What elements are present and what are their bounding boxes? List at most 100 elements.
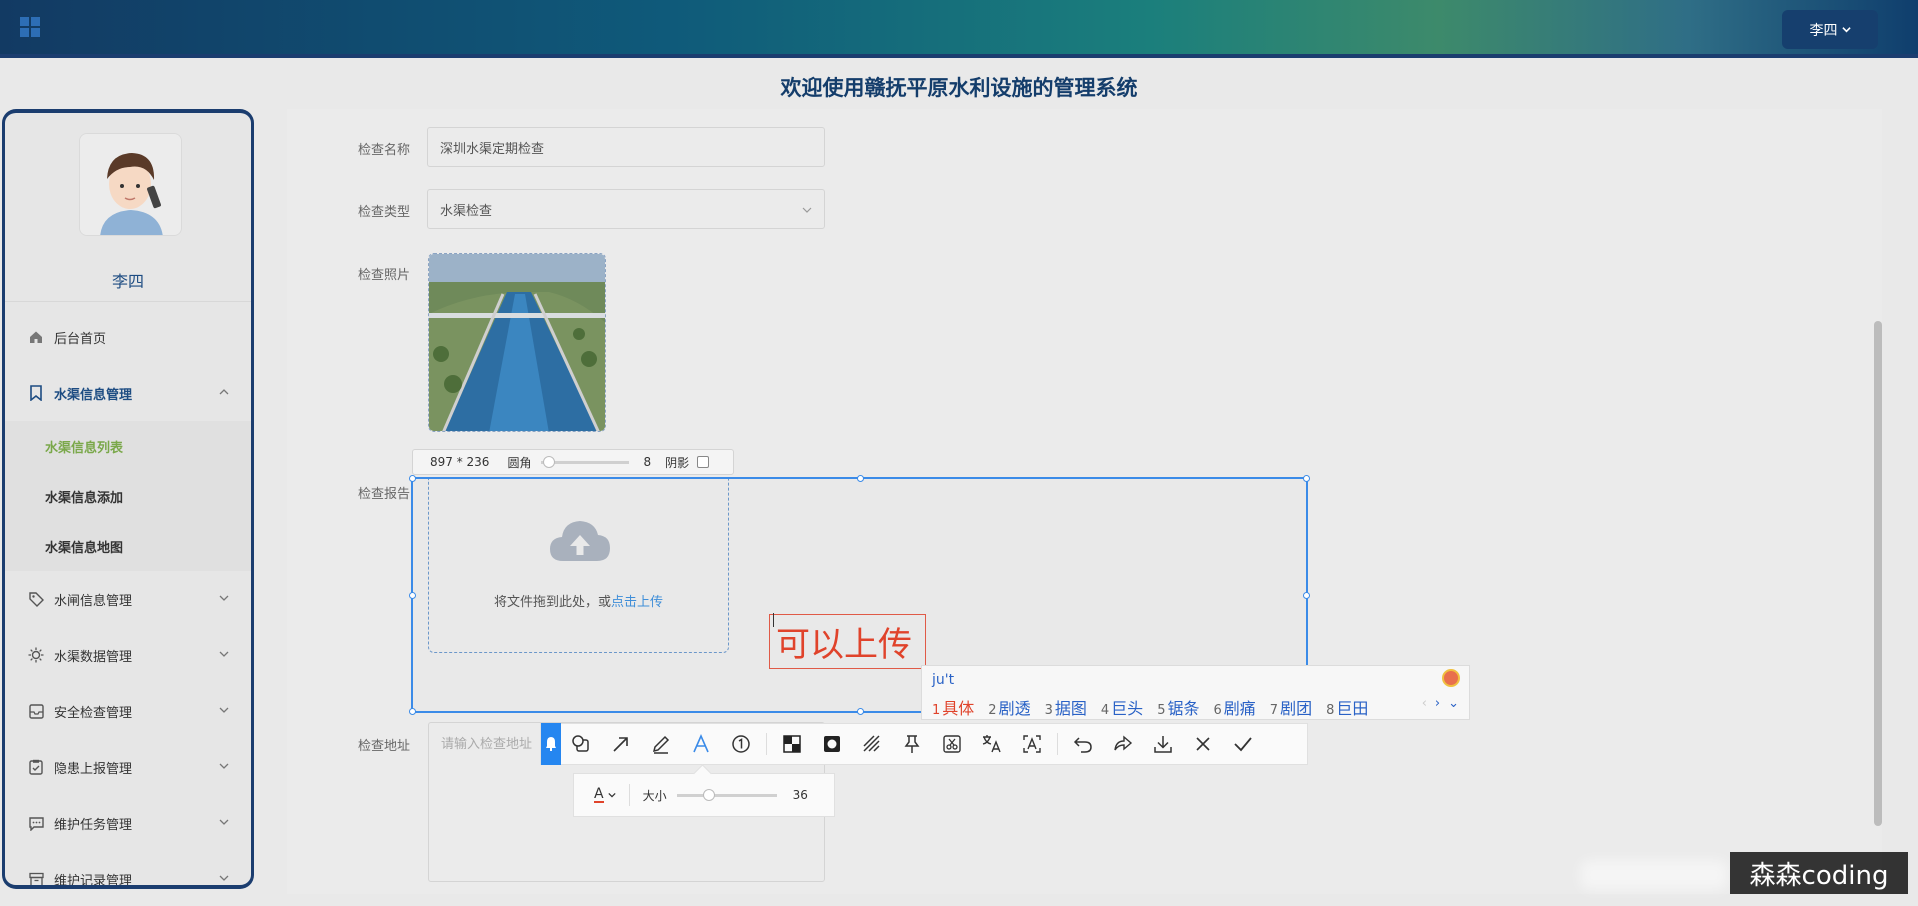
sun-icon bbox=[27, 646, 45, 664]
font-size-label: 大小 bbox=[642, 788, 667, 803]
inspection-name-input[interactable]: 深圳水渠定期检查 bbox=[427, 127, 825, 167]
resize-handle[interactable] bbox=[409, 708, 416, 715]
ime-candidate[interactable]: 6 剧痛 bbox=[1213, 695, 1255, 719]
number-tool-icon[interactable] bbox=[721, 724, 761, 764]
upload-dropzone[interactable]: 将文件拖到此处，或点击上传 bbox=[428, 479, 729, 653]
archive-icon bbox=[27, 870, 45, 885]
ime-candidate[interactable]: 4 巨头 bbox=[1101, 695, 1143, 719]
text-cursor bbox=[773, 613, 774, 627]
resize-handle[interactable] bbox=[857, 708, 864, 715]
chevron-up-icon bbox=[219, 389, 229, 395]
sidebar-item-home[interactable]: 后台首页 bbox=[5, 309, 251, 365]
ime-nav: ‹ › ⌄ bbox=[1422, 696, 1459, 711]
scissors-icon[interactable] bbox=[932, 724, 972, 764]
inspection-photo[interactable] bbox=[428, 253, 606, 432]
radius-slider[interactable] bbox=[541, 455, 630, 468]
ime-candidate[interactable]: 2 剧透 bbox=[988, 695, 1030, 719]
ime-next-icon[interactable]: › bbox=[1435, 696, 1440, 711]
upload-text: 将文件拖到此处，或 bbox=[493, 595, 611, 610]
scrollbar[interactable] bbox=[1874, 321, 1882, 826]
pin-tool-icon[interactable] bbox=[892, 724, 932, 764]
sidebar-subitem-canal-map[interactable]: 水渠信息地图 bbox=[5, 521, 251, 571]
radius-value: 8 bbox=[643, 455, 652, 469]
ime-candidate[interactable]: 7 剧团 bbox=[1270, 695, 1312, 719]
page-title: 欢迎使用赣抚平原水利设施的管理系统 bbox=[780, 76, 1138, 100]
sidebar-subitem-canal-add[interactable]: 水渠信息添加 bbox=[5, 471, 251, 521]
resize-handle[interactable] bbox=[409, 592, 416, 599]
sidebar-item-label: 维护任务管理 bbox=[54, 817, 133, 833]
resize-handle[interactable] bbox=[857, 475, 864, 482]
ocr-icon[interactable] bbox=[1012, 724, 1052, 764]
translate-icon[interactable] bbox=[972, 724, 1012, 764]
sidebar-item-maint-task[interactable]: 维护任务管理 bbox=[5, 795, 251, 851]
sidebar-user-name: 李四 bbox=[111, 272, 144, 291]
ime-candidate[interactable]: 8 巨田 bbox=[1326, 695, 1368, 719]
photo-label: 检查照片 bbox=[358, 268, 411, 283]
text-color-picker[interactable]: A bbox=[594, 787, 616, 803]
selection-size: 897 * 236 bbox=[430, 455, 490, 469]
pin-icon[interactable] bbox=[541, 723, 561, 765]
ime-candidate-window: ju't 1 具体 2 剧透 3 据图 4 巨头 5 锯条 6 剧痛 7 剧团 8 巨田 ‹ ›… bbox=[921, 665, 1470, 720]
upload-link[interactable]: 点击上传 bbox=[611, 595, 663, 610]
chevron-down-icon bbox=[219, 763, 229, 769]
name-label: 检查名称 bbox=[358, 143, 411, 158]
resize-handle[interactable] bbox=[1303, 592, 1310, 599]
sidebar-item-safety-check[interactable]: 安全检查管理 bbox=[5, 683, 251, 739]
pen-tool-icon[interactable] bbox=[641, 724, 681, 764]
chevron-down-icon bbox=[219, 595, 229, 601]
sidebar: 李四 后台首页 水渠信息管理 水渠信息列表 水渠信息添加 水渠信息地图 水闸信息… bbox=[2, 109, 254, 889]
blur-tool-icon[interactable] bbox=[812, 724, 852, 764]
text-tool-icon[interactable] bbox=[681, 724, 721, 764]
shape-tool-icon[interactable] bbox=[561, 724, 601, 764]
close-icon[interactable] bbox=[1183, 724, 1223, 764]
mosaic-tool-icon[interactable] bbox=[772, 724, 812, 764]
inspection-type-select[interactable]: 水渠检查 bbox=[427, 189, 825, 229]
chevron-down-icon bbox=[219, 707, 229, 713]
shadow-checkbox[interactable] bbox=[697, 456, 710, 468]
sidebar-divider bbox=[5, 301, 251, 302]
sidebar-item-label: 水闸信息管理 bbox=[54, 593, 133, 609]
text-color-icon: A bbox=[594, 786, 604, 803]
radius-label: 圆角 bbox=[507, 455, 532, 470]
watermark: 森森coding bbox=[1730, 852, 1908, 894]
hatch-tool-icon[interactable] bbox=[852, 724, 892, 764]
inspection-type-value: 水渠检查 bbox=[440, 203, 493, 219]
chevron-down-icon bbox=[219, 875, 229, 881]
apps-grid-icon[interactable] bbox=[20, 17, 40, 37]
blurred-region bbox=[1580, 860, 1728, 890]
ime-candidate[interactable]: 3 据图 bbox=[1045, 695, 1087, 719]
chevron-down-icon bbox=[219, 819, 229, 825]
annotation-toolbar bbox=[540, 723, 1308, 765]
ime-logo-icon bbox=[1442, 669, 1460, 687]
undo-icon[interactable] bbox=[1063, 724, 1103, 764]
resize-handle[interactable] bbox=[1303, 475, 1310, 482]
sidebar-item-maint-record[interactable]: 维护记录管理 bbox=[5, 851, 251, 889]
resize-handle[interactable] bbox=[409, 475, 416, 482]
sidebar-item-canal-info[interactable]: 水渠信息管理 bbox=[5, 365, 251, 421]
sidebar-item-hazard-report[interactable]: 隐患上报管理 bbox=[5, 739, 251, 795]
ime-candidate[interactable]: 5 锯条 bbox=[1157, 695, 1199, 719]
redo-icon[interactable] bbox=[1103, 724, 1143, 764]
sidebar-item-label: 后台首页 bbox=[54, 331, 107, 347]
sidebar-item-label: 维护记录管理 bbox=[54, 873, 133, 889]
upload-hint: 将文件拖到此处，或点击上传 bbox=[429, 591, 728, 610]
sidebar-menu: 后台首页 水渠信息管理 水渠信息列表 水渠信息添加 水渠信息地图 水闸信息管理 … bbox=[5, 309, 251, 889]
user-menu-button[interactable]: 李四 bbox=[1782, 10, 1878, 49]
ime-prev-icon[interactable]: ‹ bbox=[1422, 696, 1427, 711]
confirm-check-icon[interactable] bbox=[1223, 724, 1263, 764]
inbox-icon bbox=[27, 702, 45, 720]
download-icon[interactable] bbox=[1143, 724, 1183, 764]
type-label: 检查类型 bbox=[358, 205, 411, 220]
arrow-tool-icon[interactable] bbox=[601, 724, 641, 764]
ime-expand-icon[interactable]: ⌄ bbox=[1448, 696, 1459, 711]
annotation-textbox[interactable]: 可以上传 bbox=[769, 614, 926, 669]
chevron-down-icon bbox=[802, 207, 812, 213]
sidebar-item-canal-data[interactable]: 水渠数据管理 bbox=[5, 627, 251, 683]
sidebar-item-label: 水渠信息管理 bbox=[54, 387, 133, 403]
bookmark-icon bbox=[27, 384, 45, 402]
font-size-slider[interactable] bbox=[676, 788, 777, 801]
sidebar-item-sluice-info[interactable]: 水闸信息管理 bbox=[5, 571, 251, 627]
ime-candidate[interactable]: 1 具体 bbox=[932, 695, 974, 719]
sidebar-subitem-canal-list[interactable]: 水渠信息列表 bbox=[5, 421, 251, 471]
shadow-label: 阴影 bbox=[665, 455, 690, 470]
